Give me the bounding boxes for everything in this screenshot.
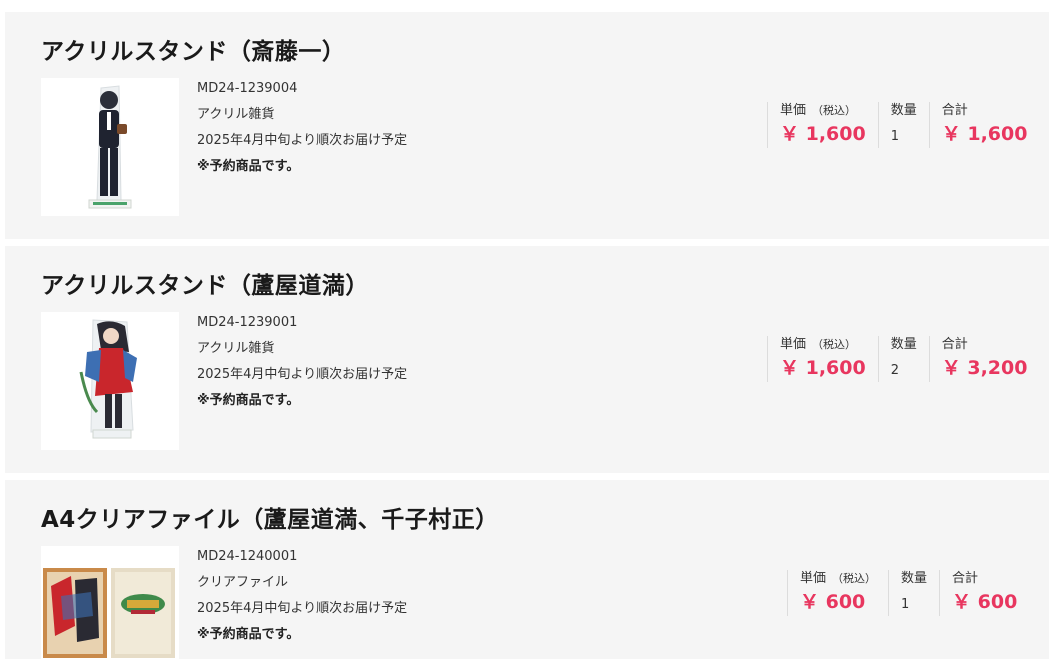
item-info: MD24-1239004 アクリル雑貨 2025年4月中旬より順次お届け予定 ※… xyxy=(197,76,407,180)
item-title[interactable]: A4クリアファイル（蘆屋道満、千子村正） xyxy=(41,500,499,534)
total-label: 合計 xyxy=(952,571,979,586)
price-block: 単価 （税込） ￥ 600 数量 1 合計 ￥ 600 xyxy=(787,570,1017,616)
item-code: MD24-1239004 xyxy=(197,81,298,96)
item-title[interactable]: アクリルスタンド（蘆屋道満） xyxy=(41,266,369,300)
total-label: 合計 xyxy=(941,337,968,352)
item-delivery: 2025年4月中旬より順次お届け予定 xyxy=(197,133,408,148)
total-column: 合計 ￥ 1,600 xyxy=(928,102,1028,148)
item-category: アクリル雑貨 xyxy=(197,107,275,122)
quantity-label: 数量 xyxy=(901,571,928,586)
tax-label: （税込） xyxy=(812,104,857,117)
item-delivery: 2025年4月中旬より順次お届け予定 xyxy=(197,601,408,616)
quantity-value: 2 xyxy=(890,363,899,378)
unit-price-label: 単価 xyxy=(780,337,807,352)
total-price: ￥ 1,600 xyxy=(941,123,1028,145)
item-code: MD24-1239001 xyxy=(197,315,298,330)
item-delivery: 2025年4月中旬より順次お届け予定 xyxy=(197,367,408,382)
item-category: アクリル雑貨 xyxy=(197,341,275,356)
unit-price-column: 単価 （税込） ￥ 1,600 xyxy=(767,336,878,382)
tax-label: （税込） xyxy=(832,572,877,585)
total-price: ￥ 600 xyxy=(952,591,1018,613)
item-note: ※予約商品です。 xyxy=(197,393,300,408)
total-label: 合計 xyxy=(941,103,968,118)
item-code: MD24-1240001 xyxy=(197,549,298,564)
quantity-column: 数量 1 xyxy=(888,570,939,616)
total-column: 合計 ￥ 600 xyxy=(939,570,1017,616)
acrylic-stand-figure-icon xyxy=(41,78,179,216)
cart-item: アクリルスタンド（斎藤一） MD24-1239004 アクリル雑貨 2025年4… xyxy=(5,12,1049,239)
item-category: クリアファイル xyxy=(197,575,289,590)
item-info: MD24-1240001 クリアファイル 2025年4月中旬より順次お届け予定 … xyxy=(197,544,407,648)
price-block: 単価 （税込） ￥ 1,600 数量 1 合計 ￥ 1,600 xyxy=(767,102,1027,148)
quantity-value: 1 xyxy=(890,129,899,144)
unit-price: ￥ 600 xyxy=(800,591,866,613)
total-column: 合計 ￥ 3,200 xyxy=(928,336,1028,382)
unit-price: ￥ 1,600 xyxy=(780,357,866,379)
unit-price-label: 単価 xyxy=(800,571,827,586)
acrylic-stand-figure-icon xyxy=(41,312,179,450)
item-note: ※予約商品です。 xyxy=(197,627,300,642)
quantity-value: 1 xyxy=(901,597,910,612)
item-title[interactable]: アクリルスタンド（斎藤一） xyxy=(41,32,345,66)
item-thumbnail[interactable] xyxy=(41,312,179,450)
clear-file-icon xyxy=(41,546,179,659)
total-price: ￥ 3,200 xyxy=(941,357,1028,379)
unit-price: ￥ 1,600 xyxy=(780,123,866,145)
item-thumbnail[interactable] xyxy=(41,78,179,216)
quantity-column: 数量 2 xyxy=(877,336,929,382)
cart-item: A4クリアファイル（蘆屋道満、千子村正） MD24-1240001 クリアファイ… xyxy=(5,480,1049,659)
tax-label: （税込） xyxy=(812,338,857,351)
price-block: 単価 （税込） ￥ 1,600 数量 2 合計 ￥ 3,200 xyxy=(767,336,1027,382)
unit-price-column: 単価 （税込） ￥ 600 xyxy=(787,570,888,616)
unit-price-column: 単価 （税込） ￥ 1,600 xyxy=(767,102,878,148)
item-thumbnail[interactable] xyxy=(41,546,179,659)
cart-item: アクリルスタンド（蘆屋道満） MD24-1239001 アクリル雑貨 2025年… xyxy=(5,246,1049,473)
quantity-column: 数量 1 xyxy=(877,102,929,148)
item-note: ※予約商品です。 xyxy=(197,159,300,174)
item-info: MD24-1239001 アクリル雑貨 2025年4月中旬より順次お届け予定 ※… xyxy=(197,310,407,414)
quantity-label: 数量 xyxy=(890,103,917,118)
unit-price-label: 単価 xyxy=(780,103,807,118)
quantity-label: 数量 xyxy=(890,337,917,352)
